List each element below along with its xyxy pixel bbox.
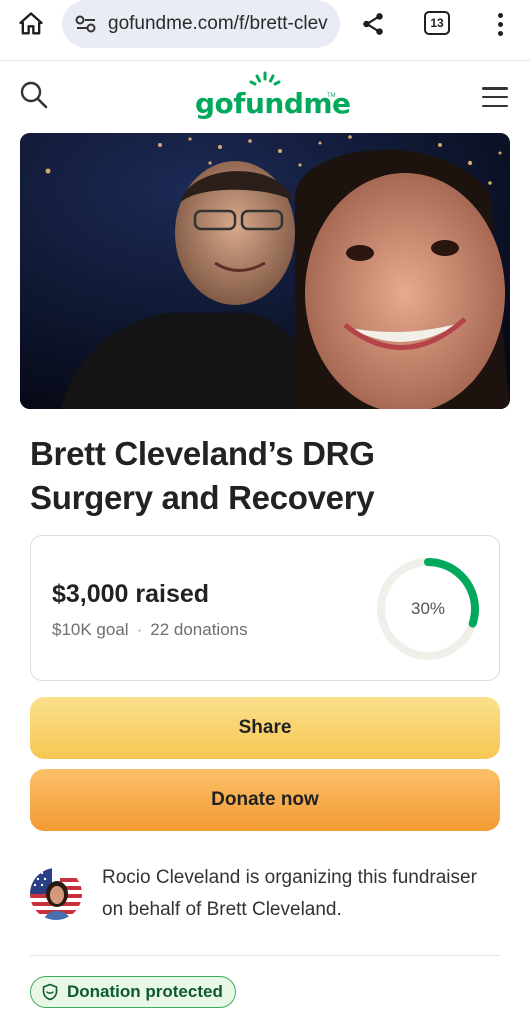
browser-toolbar: gofundme.com/f/brett-clev 13	[0, 0, 530, 48]
browser-share-button[interactable]	[356, 8, 390, 40]
meta-separator: ·	[136, 620, 143, 639]
badge-label: Donation protected	[67, 982, 223, 1001]
share-icon	[363, 13, 383, 35]
gofundme-logo[interactable]: gofundme TM	[195, 69, 351, 125]
campaign-title: Brett Cleveland’s DRG Surgery and Recove…	[30, 435, 375, 516]
donation-count[interactable]: 22 donations	[150, 620, 247, 640]
donation-protected-badge[interactable]: Donation protected	[30, 976, 236, 1008]
progress-percent: 30%	[410, 599, 446, 618]
logo-trademark: TM	[327, 93, 336, 99]
url-text: gofundme.com/f/brett-clev	[108, 13, 328, 34]
organizer-text: Rocio Cleveland is organizing this fundr…	[102, 867, 477, 920]
hamburger-menu-icon[interactable]	[482, 87, 508, 107]
progress-card: $3,000 raised $10K goal · 22 donations 3…	[30, 535, 500, 681]
campaign-photo[interactable]	[20, 133, 510, 409]
section-divider	[30, 955, 500, 956]
more-vert-icon[interactable]	[488, 8, 512, 40]
site-settings-icon[interactable]	[74, 14, 100, 34]
share-button[interactable]: Share	[30, 697, 500, 759]
address-bar[interactable]: gofundme.com/f/brett-clev	[62, 0, 340, 48]
tab-count: 13	[430, 16, 444, 30]
search-icon[interactable]	[18, 79, 50, 111]
avatar[interactable]	[30, 868, 82, 920]
logo-text: gofundme	[195, 87, 351, 120]
home-icon	[19, 12, 43, 35]
site-header: gofundme TM	[0, 61, 530, 129]
goal-meta: $10K goal · 22 donations	[52, 620, 248, 640]
home-button[interactable]	[14, 8, 48, 40]
donate-button[interactable]: Donate now	[30, 769, 500, 831]
amount-raised: $3,000 raised	[52, 580, 210, 608]
goal-amount: $10K goal	[52, 620, 129, 639]
tabs-icon[interactable]: 13	[424, 11, 450, 35]
shield-icon	[42, 983, 58, 1001]
